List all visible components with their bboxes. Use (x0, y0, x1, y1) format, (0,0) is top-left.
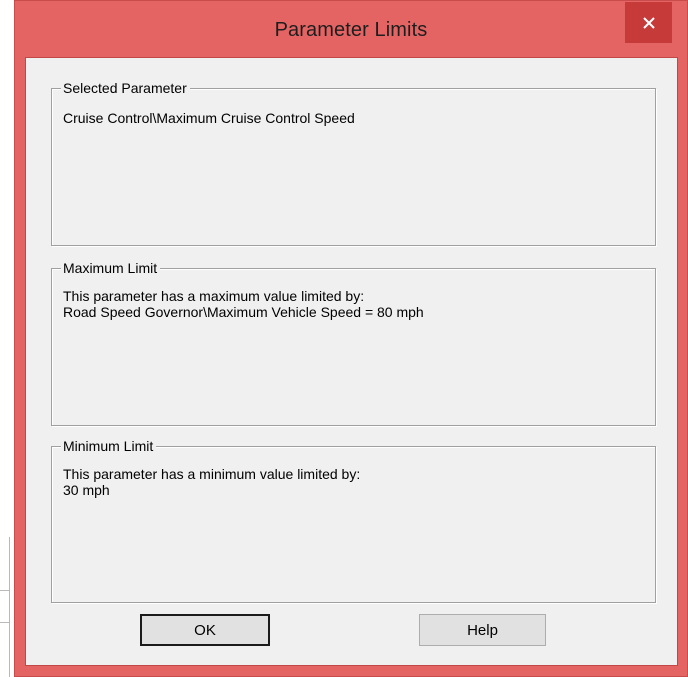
help-button[interactable]: Help (419, 614, 546, 646)
maximum-limit-legend: Maximum Limit (61, 259, 161, 277)
selected-parameter-group: Selected Parameter Cruise Control\Maximu… (51, 79, 656, 246)
maximum-limit-line1: This parameter has a maximum value limit… (63, 288, 365, 304)
title-bar[interactable]: Parameter Limits (15, 1, 687, 57)
minimum-limit-line1: This parameter has a minimum value limit… (63, 466, 361, 482)
close-button[interactable] (625, 2, 672, 43)
maximum-limit-line2: Road Speed Governor\Maximum Vehicle Spee… (63, 304, 424, 320)
selected-parameter-text: Cruise Control\Maximum Cruise Control Sp… (63, 110, 647, 126)
minimum-limit-group: Minimum Limit This parameter has a minim… (51, 437, 656, 603)
parameter-limits-dialog: Parameter Limits Selected Parameter Crui… (14, 0, 688, 677)
maximum-limit-text: This parameter has a maximum value limit… (63, 288, 647, 320)
close-icon (642, 16, 655, 29)
background-divider (0, 622, 10, 623)
ok-button[interactable]: OK (140, 614, 270, 646)
minimum-limit-text: This parameter has a minimum value limit… (63, 466, 647, 498)
minimum-limit-legend: Minimum Limit (61, 437, 157, 455)
maximum-limit-group: Maximum Limit This parameter has a maxim… (51, 259, 656, 426)
minimum-limit-line2: 30 mph (63, 482, 110, 498)
background-window-edge (9, 537, 10, 677)
selected-parameter-value: Cruise Control\Maximum Cruise Control Sp… (63, 110, 355, 126)
dialog-client-area: Selected Parameter Cruise Control\Maximu… (25, 57, 678, 666)
screen: Parameter Limits Selected Parameter Crui… (0, 0, 688, 677)
background-divider (0, 590, 10, 591)
dialog-title: Parameter Limits (274, 19, 428, 41)
selected-parameter-legend: Selected Parameter (61, 79, 190, 97)
